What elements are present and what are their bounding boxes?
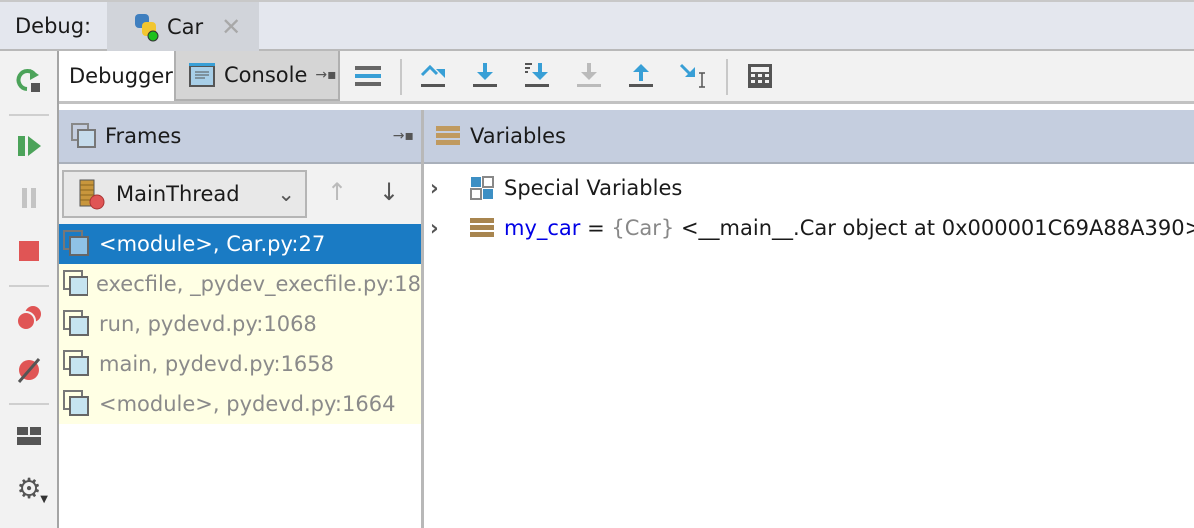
frames-title: Frames	[105, 124, 182, 148]
frame-icon	[63, 310, 89, 336]
expand-chevron-icon[interactable]: ›	[424, 176, 470, 200]
frame-item[interactable]: <module>, Car.py:27	[59, 224, 421, 264]
frames-icon	[71, 123, 96, 148]
thread-icon	[79, 179, 105, 210]
rerun-icon[interactable]	[14, 65, 44, 95]
step-over-icon[interactable]	[419, 61, 449, 91]
thread-selector[interactable]: MainThread ⌄	[62, 170, 307, 218]
variable-name: my_car	[504, 216, 581, 240]
debug-tool-window-bar: Debug: Car ✕	[0, 0, 1194, 51]
thread-row: MainThread ⌄ ↑ ↓	[59, 164, 421, 224]
tab-console[interactable]: Console →▪	[174, 51, 340, 101]
expand-chevron-icon[interactable]: ›	[424, 216, 470, 240]
thread-name: MainThread	[116, 182, 240, 206]
close-icon[interactable]: ✕	[221, 13, 241, 41]
frame-item[interactable]: main, pydevd.py:1658	[59, 344, 421, 384]
frame-item[interactable]: <module>, pydevd.py:1664	[59, 384, 421, 424]
run-config-tab-car[interactable]: Car ✕	[107, 2, 259, 51]
step-into-my-code-icon[interactable]	[523, 61, 553, 91]
variables-title: Variables	[470, 124, 566, 148]
chevron-down-icon: ⌄	[277, 182, 295, 206]
next-frame-arrow-down-icon[interactable]: ↓	[379, 178, 399, 206]
left-toolbar: ⚙ ▼	[0, 51, 59, 528]
equals-sign: =	[580, 216, 612, 240]
frame-label: <module>, Car.py:27	[99, 232, 326, 256]
previous-frame-arrow-up-icon[interactable]: ↑	[327, 178, 347, 206]
variables-icon	[436, 126, 460, 145]
mute-breakpoints-icon[interactable]	[14, 355, 44, 385]
frame-label: main, pydevd.py:1658	[99, 352, 335, 376]
object-variable-icon	[470, 218, 494, 237]
variable-name: Special Variables	[504, 176, 683, 200]
stop-icon[interactable]	[14, 236, 44, 266]
step-into-icon[interactable]	[471, 61, 501, 91]
python-icon	[135, 13, 159, 41]
frame-icon	[63, 350, 89, 376]
tab-label: Debugger	[69, 64, 173, 88]
tab-label: Car	[167, 14, 204, 39]
frame-icon	[63, 270, 88, 296]
pause-icon[interactable]	[14, 183, 44, 213]
variable-row-my-car[interactable]: › my_car = {Car} <__main__.Car object at…	[424, 208, 1194, 248]
show-execution-point-icon[interactable]	[353, 61, 383, 91]
debugger-tabstrip: Debugger Console →▪	[59, 51, 1194, 104]
step-out-icon[interactable]	[627, 61, 657, 91]
resume-icon[interactable]	[14, 131, 44, 161]
variables-panel-header: Variables	[424, 110, 1194, 164]
variable-type: {Car}	[611, 216, 675, 240]
frame-label: run, pydevd.py:1068	[99, 312, 317, 336]
pin-icon[interactable]: →▪	[393, 128, 414, 144]
view-breakpoints-icon[interactable]	[14, 303, 44, 333]
frame-item[interactable]: execfile, _pydev_execfile.py:18	[59, 264, 421, 304]
force-step-into-icon[interactable]	[575, 61, 605, 91]
tab-debugger[interactable]: Debugger	[59, 51, 174, 101]
variable-row-special[interactable]: › Special Variables	[424, 168, 682, 208]
special-variables-icon	[470, 176, 494, 200]
frame-icon	[63, 390, 89, 416]
frame-item[interactable]: run, pydevd.py:1068	[59, 304, 421, 344]
console-icon	[189, 63, 215, 87]
frames-panel-header: Frames →▪	[59, 110, 422, 164]
settings-gear-icon[interactable]: ⚙ ▼	[14, 472, 48, 506]
run-to-cursor-icon[interactable]	[679, 61, 709, 91]
frame-label: <module>, pydevd.py:1664	[99, 392, 396, 416]
layout-icon[interactable]	[14, 421, 44, 451]
pin-icon[interactable]: →▪	[315, 67, 336, 83]
tab-label: Console	[224, 63, 308, 87]
frame-label: execfile, _pydev_execfile.py:18	[95, 272, 421, 296]
frame-icon	[63, 230, 89, 256]
debug-label: Debug:	[15, 14, 92, 38]
evaluate-expression-icon[interactable]	[745, 61, 775, 91]
variable-value: <__main__.Car object at 0x000001C69A88A3…	[674, 216, 1194, 240]
